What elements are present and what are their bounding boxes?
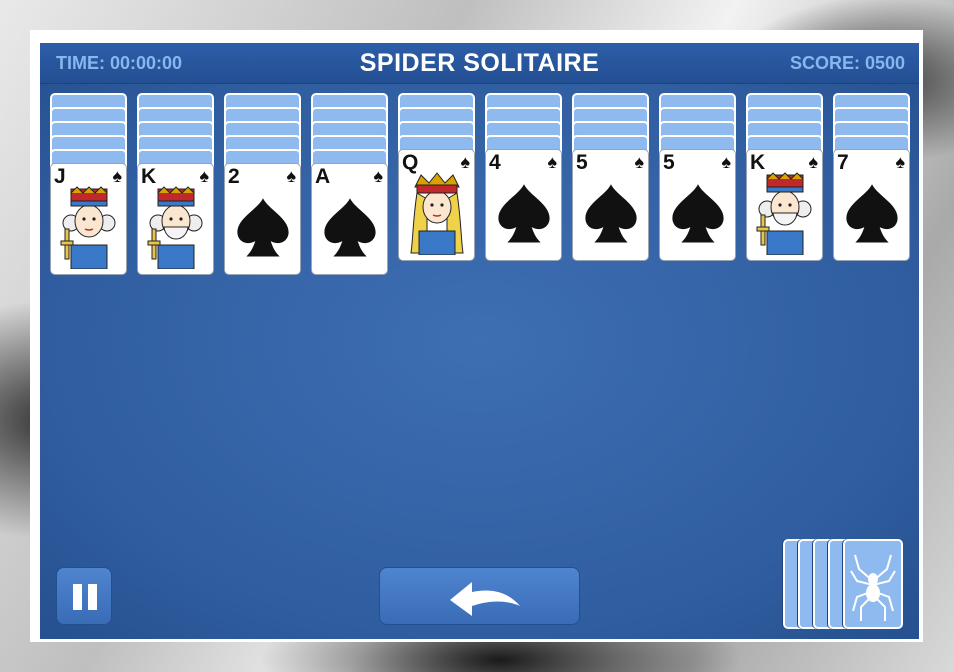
spade-icon: ♠ (373, 166, 383, 186)
card-rank: 2 (228, 165, 240, 188)
court-figure-icon (59, 183, 119, 274)
court-figure-icon (755, 169, 815, 260)
face-up-card[interactable]: 7 ♠ (833, 149, 910, 261)
card-rank: 4 (489, 151, 501, 174)
face-up-card[interactable]: Q ♠ (398, 149, 475, 261)
spade-icon: ♠ (286, 166, 296, 186)
score: SCORE: 0500 (789, 53, 905, 73)
undo-arrow-icon (450, 582, 520, 616)
card-rank: 5 (663, 151, 675, 174)
undo-button[interactable] (379, 567, 580, 625)
large-spade-icon (318, 187, 382, 272)
face-up-card[interactable]: K ♠ (746, 149, 823, 261)
large-spade-icon (666, 173, 730, 258)
game-title: SPIDER SOLITAIRE (359, 49, 600, 77)
face-up-card[interactable]: 5 ♠ (572, 149, 649, 261)
game-board: TIME: 00:00:00 SPIDER SOLITAIRE SCORE: 0… (40, 43, 919, 639)
spade-icon: ♠ (721, 152, 731, 172)
large-spade-icon (231, 187, 295, 272)
court-figure-icon (407, 169, 467, 260)
card-rank: 5 (576, 151, 588, 174)
top-bar: TIME: 00:00:00 SPIDER SOLITAIRE SCORE: 0… (40, 43, 919, 84)
face-up-card[interactable]: K ♠ (137, 163, 214, 275)
large-spade-icon (492, 173, 556, 258)
face-up-card[interactable]: J ♠ (50, 163, 127, 275)
pause-button[interactable] (56, 567, 112, 625)
spade-icon: ♠ (634, 152, 644, 172)
face-up-card[interactable]: 5 ♠ (659, 149, 736, 261)
large-spade-icon (840, 173, 904, 258)
card-rank: A (315, 165, 331, 188)
stock-pile[interactable] (783, 539, 907, 631)
spade-icon: ♠ (547, 152, 557, 172)
large-spade-icon (579, 173, 643, 258)
pause-icon (73, 584, 97, 610)
stock-card (843, 539, 903, 629)
spider-icon (850, 554, 896, 621)
spade-icon: ♠ (895, 152, 905, 172)
face-up-card[interactable]: 4 ♠ (485, 149, 562, 261)
court-figure-icon (146, 183, 206, 274)
face-up-card[interactable]: A ♠ (311, 163, 388, 275)
card-rank: 7 (837, 151, 849, 174)
face-up-card[interactable]: 2 ♠ (224, 163, 301, 275)
